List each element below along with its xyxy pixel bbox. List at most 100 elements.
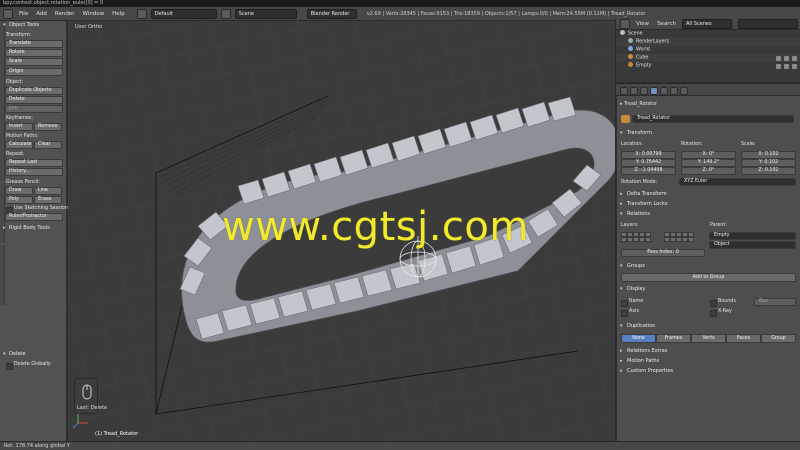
object-name-field[interactable]: Tread_Rotator — [632, 115, 794, 123]
screen-layout-select[interactable]: Default — [150, 8, 217, 19]
display-panel-header[interactable]: Display — [619, 285, 797, 293]
delta-transform-header[interactable]: Delta Transform — [619, 190, 797, 198]
outliner-row-empty[interactable]: Empty — [616, 62, 800, 70]
scene-tab-icon[interactable] — [630, 87, 638, 95]
modifiers-tab-icon[interactable] — [670, 87, 678, 95]
outliner-row-scene[interactable]: Scene — [616, 30, 800, 38]
select-icon[interactable] — [784, 55, 789, 61]
pass-index-field[interactable]: Pass Index: 0 — [621, 249, 705, 257]
relations-tab[interactable] — [0, 245, 5, 305]
history-button[interactable]: History... — [5, 168, 63, 176]
region-divider[interactable] — [615, 18, 616, 441]
clear-button[interactable]: Clear — [34, 141, 62, 149]
outliner-search-menu[interactable]: Search — [655, 21, 678, 27]
scale-z-field[interactable]: Z: 0.102 — [741, 167, 796, 175]
scene-select[interactable]: Scene — [234, 8, 297, 19]
add-to-group-button[interactable]: Add to Group — [621, 273, 796, 282]
delete-button[interactable]: Delete — [5, 96, 63, 104]
outliner-header: View Search All Scenes — [616, 18, 800, 30]
repeat-last-button[interactable]: Repeat Last — [5, 159, 63, 167]
object-label: Object: — [6, 80, 24, 85]
outliner-row-cube[interactable]: Cube — [616, 54, 800, 62]
custom-properties-header[interactable]: Custom Properties — [619, 367, 797, 375]
outliner-row-renderlayers[interactable]: RenderLayers — [616, 38, 800, 46]
outliner-view-menu[interactable]: View — [634, 21, 651, 27]
location-z-field[interactable]: Z: -1.04498 — [621, 167, 676, 175]
draw-button[interactable]: Draw — [5, 187, 33, 195]
menu-help[interactable]: Help — [110, 11, 127, 17]
delete-globally-checkbox[interactable]: Delete Globally — [6, 362, 51, 370]
physics-tab-icon[interactable] — [680, 87, 688, 95]
groups-panel-header[interactable]: Groups — [619, 262, 797, 270]
constraints-tab-icon[interactable] — [660, 87, 668, 95]
rotate-button[interactable]: Rotate — [5, 49, 63, 57]
menu-render[interactable]: Render — [53, 11, 77, 17]
xray-checkbox[interactable]: X-Ray — [710, 309, 732, 317]
render-tab-icon[interactable] — [620, 87, 628, 95]
render-icon[interactable] — [792, 63, 797, 69]
dup-verts-button[interactable]: Verts — [691, 334, 726, 343]
rigid-body-tools-header[interactable]: Rigid Body Tools — [3, 224, 50, 232]
layers-grid-b[interactable] — [664, 232, 694, 242]
location-x-field[interactable]: X: 0.00799 — [621, 151, 676, 159]
render-icon[interactable] — [792, 55, 797, 61]
translate-button[interactable]: Translate — [5, 40, 63, 48]
menu-window[interactable]: Window — [80, 11, 106, 17]
editor-type-icon[interactable] — [3, 8, 13, 19]
ruler-protractor-button[interactable]: Ruler/Protractor — [5, 213, 63, 221]
outliner-row-world[interactable]: World — [616, 46, 800, 54]
menu-file[interactable]: File — [17, 11, 30, 17]
dup-group-button[interactable]: Group — [761, 334, 796, 343]
object-tab-icon[interactable] — [650, 87, 658, 95]
world-tab-icon[interactable] — [640, 87, 648, 95]
rotation-y-field[interactable]: Y: 149.2° — [681, 159, 736, 167]
viewport-view-label: User Ortho — [75, 24, 103, 30]
parent-field[interactable]: Empty — [709, 232, 796, 240]
scale-x-field[interactable]: X: 0.102 — [741, 151, 796, 159]
visibility-icon[interactable] — [776, 63, 781, 69]
world-icon — [628, 46, 633, 51]
rotation-mode-label: Rotation Mode: — [621, 180, 658, 185]
use-sketching-checkbox[interactable]: Use Sketching Sessions — [6, 206, 70, 214]
duplicate-objects-button[interactable]: Duplicate Objects — [5, 87, 63, 95]
outliner-editor-icon[interactable] — [620, 18, 630, 29]
dup-frames-button[interactable]: Frames — [656, 334, 691, 343]
transform-locks-header[interactable]: Transform Locks — [619, 200, 797, 208]
relations-extras-header[interactable]: Relations Extras — [619, 347, 797, 355]
bounds-type-select[interactable]: Box — [754, 298, 796, 306]
remove-keyframe-button[interactable]: Remove — [34, 123, 62, 131]
select-icon[interactable] — [784, 63, 789, 69]
axis-checkbox[interactable]: Axis — [621, 309, 639, 317]
dup-none-button[interactable]: None — [621, 334, 656, 343]
bounds-checkbox[interactable]: Bounds — [710, 299, 736, 307]
object-tools-header[interactable]: Object Tools — [3, 21, 39, 29]
outliner-filter-select[interactable]: All Scenes — [681, 18, 732, 29]
rotation-z-field[interactable]: Z: 0° — [681, 167, 736, 175]
calculate-button[interactable]: Calculate — [5, 141, 33, 149]
scale-button[interactable]: Scale — [5, 58, 63, 66]
parent-type-select[interactable]: Object — [709, 241, 796, 249]
poly-button[interactable]: Poly — [5, 196, 33, 204]
join-button[interactable]: Join — [5, 105, 63, 113]
rotation-mode-select[interactable]: XYZ Euler — [679, 178, 796, 186]
duplication-panel-header[interactable]: Duplication — [619, 322, 797, 330]
delete-panel-header[interactable]: Delete — [3, 350, 25, 358]
location-y-field[interactable]: Y: 0.76442 — [621, 159, 676, 167]
relations-panel-header[interactable]: Relations — [619, 210, 797, 218]
motion-paths-header[interactable]: Motion Paths — [619, 357, 797, 365]
outliner-search-input[interactable] — [737, 18, 798, 29]
line-button[interactable]: Line — [34, 187, 62, 195]
origin-button[interactable]: Origin — [5, 68, 63, 76]
scale-y-field[interactable]: Y: 0.102 — [741, 159, 796, 167]
transform-panel-header[interactable]: Transform — [619, 129, 797, 137]
render-engine-select[interactable]: Blender Render — [306, 8, 357, 19]
properties-tab-icons — [620, 87, 688, 95]
visibility-icon[interactable] — [776, 55, 781, 61]
layers-grid-a[interactable] — [621, 232, 651, 242]
erase-button[interactable]: Erase — [34, 196, 62, 204]
menu-add[interactable]: Add — [34, 11, 49, 17]
name-checkbox[interactable]: Name — [621, 299, 643, 307]
dup-faces-button[interactable]: Faces — [726, 334, 761, 343]
rotation-x-field[interactable]: X: 0° — [681, 151, 736, 159]
insert-keyframe-button[interactable]: Insert — [5, 123, 33, 131]
